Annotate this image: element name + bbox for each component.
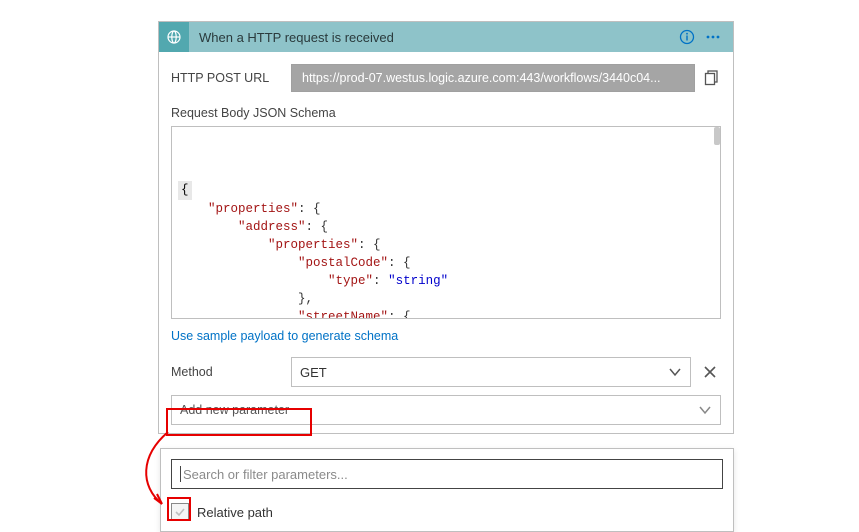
parameter-dropdown-panel: Search or filter parameters... Relative … — [160, 448, 734, 532]
search-placeholder: Search or filter parameters... — [183, 467, 348, 482]
text-cursor — [180, 466, 181, 482]
method-select[interactable]: GET — [291, 357, 691, 387]
post-url-value: https://prod-07.westus.logic.azure.com:4… — [291, 64, 695, 92]
scrollbar-thumb[interactable] — [714, 127, 720, 145]
card-header[interactable]: When a HTTP request is received — [159, 22, 733, 52]
parameter-search-input[interactable]: Search or filter parameters... — [171, 459, 723, 489]
add-parameter-label: Add new parameter — [180, 403, 289, 417]
more-icon[interactable] — [705, 29, 721, 45]
add-parameter-dropdown[interactable]: Add new parameter — [171, 395, 721, 425]
schema-label: Request Body JSON Schema — [171, 106, 721, 120]
trigger-card: When a HTTP request is received HTTP POS… — [158, 21, 734, 434]
method-label: Method — [171, 365, 283, 379]
chevron-down-icon — [698, 403, 712, 417]
schema-content: { "properties": { "address": { "properti… — [172, 181, 720, 319]
option-label: Relative path — [197, 505, 273, 520]
copy-icon[interactable] — [703, 69, 721, 87]
info-icon[interactable] — [679, 29, 695, 45]
card-title: When a HTTP request is received — [189, 30, 679, 45]
option-relative-path[interactable]: Relative path — [161, 499, 733, 531]
method-value: GET — [300, 365, 327, 380]
sample-payload-link[interactable]: Use sample payload to generate schema — [171, 329, 398, 343]
schema-textarea[interactable]: { "properties": { "address": { "properti… — [171, 126, 721, 319]
chevron-down-icon — [668, 365, 682, 379]
relative-path-checkbox[interactable] — [171, 503, 189, 521]
url-label: HTTP POST URL — [171, 71, 283, 85]
remove-method-button[interactable] — [699, 361, 721, 383]
http-trigger-icon — [159, 22, 189, 52]
card-body: HTTP POST URL https://prod-07.westus.log… — [159, 52, 733, 433]
